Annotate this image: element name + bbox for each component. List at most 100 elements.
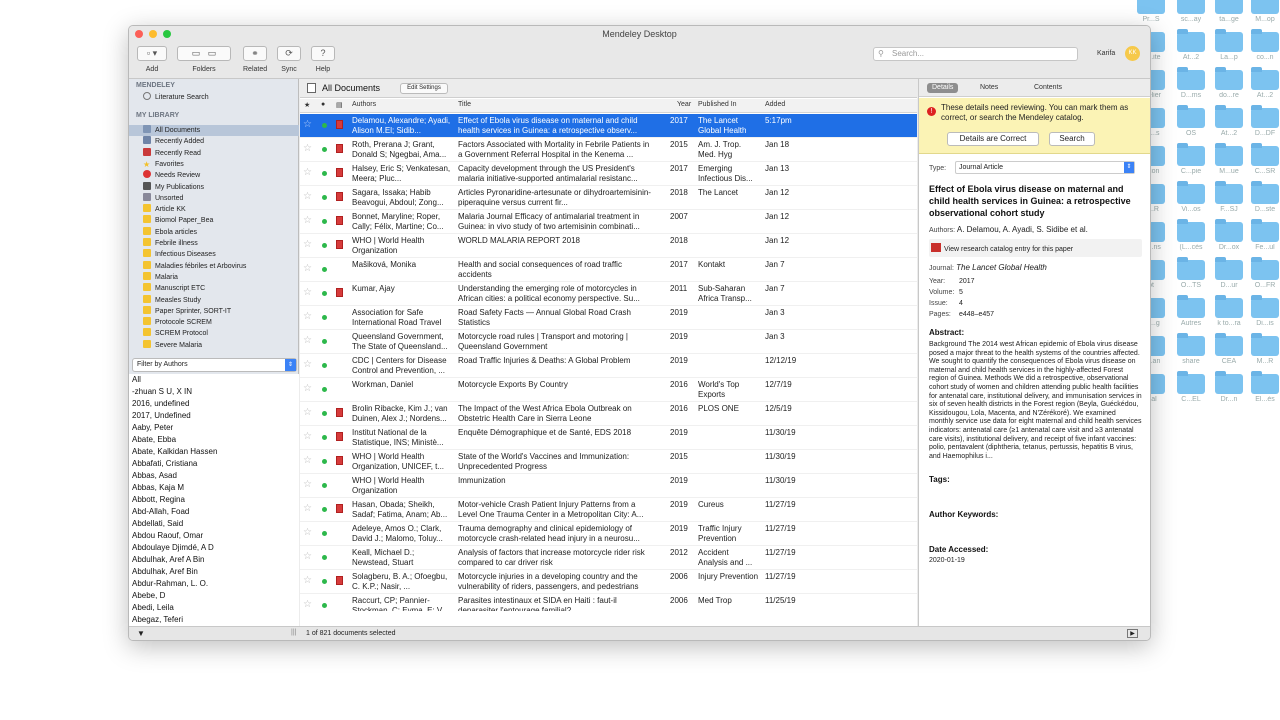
desktop-folder-icon[interactable]: At...2 [1249,64,1279,104]
sidebar-item-protocole-screm[interactable]: Protocole SCREM [143,317,296,328]
date-accessed-value[interactable]: 2020-01-19 [929,557,1142,564]
desktop-folder-icon[interactable]: M...R [1249,330,1279,370]
sidebar-item-all-documents[interactable]: All Documents [129,125,299,136]
table-row[interactable]: ☆ Raccurt, CP; Pannier-Stockman, C; Eyma,… [300,594,917,611]
sidebar-item-needs-review[interactable]: Needs Review [143,170,296,181]
read-status-icon[interactable] [322,411,327,416]
desktop-folder-icon[interactable]: (L...cès [1175,216,1205,256]
desktop-folder-icon[interactable]: D...ms [1175,64,1205,104]
author-filter-item[interactable]: Abdur-Rahman, L. O. [129,578,299,590]
filter-by-authors-select[interactable]: Filter by Authors ⇕ [132,358,297,372]
desktop-folder-icon[interactable]: D...DF [1249,102,1279,142]
desktop-folder-icon[interactable]: Dr...ox [1213,216,1243,256]
desktop-folder-icon[interactable]: C...pie [1175,140,1205,180]
star-icon[interactable]: ☆ [303,576,312,586]
pdf-icon[interactable] [336,456,343,465]
sidebar-item-screm-protocol[interactable]: SCREM Protocol [143,328,296,339]
desktop-folder-icon[interactable]: CEA [1213,330,1243,370]
splitter-handle[interactable]: ||| [291,629,296,636]
read-status-icon[interactable] [322,459,327,464]
star-icon[interactable]: ☆ [303,120,312,130]
table-row[interactable]: ☆ Association for Safe International Road… [300,306,917,330]
sidebar-item-maladies-f-briles-et-arbovirus[interactable]: Maladies fébriles et Arbovirus [143,260,296,272]
pdf-icon[interactable] [336,192,343,201]
desktop-folder-icon[interactable]: At...2 [1213,102,1243,142]
author-filter-item[interactable]: Abbas, Kaja M [129,482,299,494]
desktop-folder-icon[interactable]: F...SJ [1213,178,1243,218]
read-status-icon[interactable] [322,147,327,152]
desktop-folder-icon[interactable]: k to...ra [1213,292,1243,332]
desktop-folder-icon[interactable]: C...EL [1175,368,1205,408]
desktop-folder-icon[interactable]: share [1175,330,1205,370]
column-year[interactable]: Year [677,101,691,108]
pdf-icon[interactable] [336,120,343,129]
read-status-icon[interactable] [322,123,327,128]
minimize-window-button[interactable] [149,30,157,38]
table-row[interactable]: ☆ Solagberu, B. A.; Ofoegbu, C. K.P.; Nas… [300,570,917,594]
authors-value[interactable]: A. Delamou, A. Ayadi, S. Sidibe et al. [957,225,1088,234]
desktop-folder-icon[interactable]: Autres [1175,292,1205,332]
read-status-icon[interactable] [322,267,327,272]
read-status-icon[interactable] [322,603,327,608]
sidebar-item-recently-read[interactable]: Recently Read [143,147,296,159]
table-row[interactable]: ☆ Brolin Ribacke, Kim J.; van Duinen, Ale… [300,402,917,426]
author-filter-item[interactable]: Abbafati, Cristiana [129,458,299,470]
sidebar-item-ebola-articles[interactable]: Ebola articles [143,226,296,238]
abstract-text[interactable]: Background The 2014 west African epidemi… [929,341,1142,461]
star-icon[interactable]: ☆ [303,600,312,610]
desktop-folder-icon[interactable]: C...SR [1249,140,1279,180]
desktop-folder-icon[interactable]: At...2 [1175,26,1205,66]
journal-value[interactable]: The Lancet Global Health [956,263,1047,272]
read-status-icon[interactable] [322,195,327,200]
star-icon[interactable]: ☆ [303,480,312,490]
star-icon[interactable]: ☆ [303,336,312,346]
desktop-folder-icon[interactable]: La...p [1213,26,1243,66]
sidebar-item-measles-study[interactable]: Measles Study [143,294,296,306]
author-filter-item[interactable]: Aaby, Peter [129,422,299,434]
table-row[interactable]: ☆ Delamou, Alexandre; Ayadi, Alison M.El;… [300,114,917,138]
pdf-icon[interactable] [336,576,343,585]
table-row[interactable]: ☆ Hasan, Obada; Sheikh, Sadaf; Fatima, An… [300,498,917,522]
desktop-folder-icon[interactable]: O...FR [1249,254,1279,294]
desktop-folder-icon[interactable]: Pr...S [1135,0,1165,28]
tags-field[interactable] [929,484,1142,500]
author-filter-item[interactable]: Abbas, Asad [129,470,299,482]
star-icon[interactable]: ☆ [303,552,312,562]
author-filter-item[interactable]: 2017, Undefined [129,410,299,422]
desktop-folder-icon[interactable]: ta...ge [1213,0,1243,28]
read-status-icon[interactable] [322,387,327,392]
edit-settings-button[interactable]: Edit Settings [400,83,448,94]
desktop-folder-icon[interactable]: D...ste [1249,178,1279,218]
star-icon[interactable]: ☆ [303,384,312,394]
star-icon[interactable]: ☆ [303,360,312,370]
author-filter-item[interactable]: Abegaz, Teferi [129,614,299,626]
table-row[interactable]: ☆ Workman, Daniel Motorcycle Exports By Co… [300,378,917,402]
star-icon[interactable]: ☆ [303,264,312,274]
table-row[interactable]: ☆ WHO | World Health Organization WORLD MA… [300,234,917,258]
sidebar-item-my-publications[interactable]: My Publications [143,181,296,193]
pdf-icon[interactable] [336,408,343,417]
desktop-folder-icon[interactable]: Vi...os [1175,178,1205,218]
pdf-icon[interactable] [336,432,343,441]
zoom-window-button[interactable] [163,30,171,38]
table-row[interactable]: ☆ Keall, Michael D.; Newstead, Stuart Anal… [300,546,917,570]
star-icon[interactable]: ☆ [303,408,312,418]
author-filter-item[interactable]: -zhuan S U, X IN [129,386,299,398]
table-row[interactable]: ☆ Adeleye, Amos O.; Clark, David J.; Malo… [300,522,917,546]
pages-value[interactable]: e448–e457 [959,311,994,318]
desktop-folder-icon[interactable]: Di...is [1249,292,1279,332]
tab-contents[interactable]: Contents [1029,83,1067,93]
sidebar-item-recently-added[interactable]: Recently Added [143,136,296,147]
table-row[interactable]: ☆ Kumar, Ajay Understanding the emerging r… [300,282,917,306]
author-filter-item[interactable]: Abedi, Leila [129,602,299,614]
sidebar-item-malaria[interactable]: Malaria [143,271,296,283]
desktop-folder-icon[interactable]: Fe...ul [1249,216,1279,256]
desktop-folder-icon[interactable]: OS [1175,102,1205,142]
star-column-icon[interactable]: ★ [304,101,310,109]
table-row[interactable]: ☆ WHO | World Health Organization Immuniza… [300,474,917,498]
star-icon[interactable]: ☆ [303,528,312,538]
desktop-folder-icon[interactable]: M...ue [1213,140,1243,180]
table-row[interactable]: ☆ Mašiková, Monika Health and social conse… [300,258,917,282]
sidebar-item-unsorted[interactable]: Unsorted [143,192,296,204]
desktop-folder-icon[interactable]: sc...ay [1175,0,1205,28]
